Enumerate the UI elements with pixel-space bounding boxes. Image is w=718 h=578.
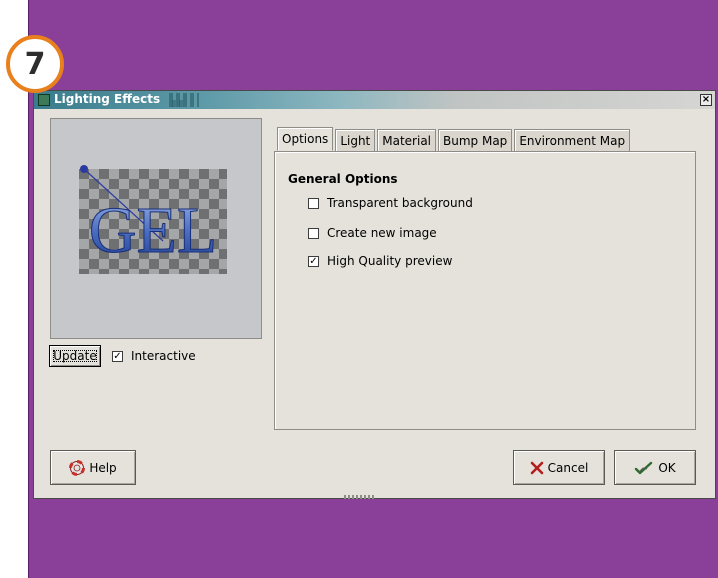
tab-environment-map-label: Environment Map bbox=[519, 133, 626, 148]
update-button-label: Update bbox=[50, 347, 99, 365]
tab-options[interactable]: Options bbox=[277, 127, 334, 151]
tab-bump-map[interactable]: Bump Map bbox=[438, 129, 513, 151]
transparent-background-option[interactable]: Transparent background bbox=[308, 196, 473, 210]
ok-button-label: OK bbox=[658, 460, 676, 475]
preview-image-text: GEL bbox=[89, 194, 217, 267]
create-new-image-option[interactable]: Create new image bbox=[308, 226, 437, 240]
preview-area[interactable]: GEL bbox=[50, 118, 262, 339]
preview-image: GEL bbox=[79, 165, 227, 274]
resize-grip[interactable] bbox=[344, 495, 374, 499]
high-quality-preview-option[interactable]: ✓ High Quality preview bbox=[308, 254, 452, 268]
tab-material-label: Material bbox=[382, 133, 432, 148]
lighting-effects-dialog: Lighting Effects × GEL Update ✓ Interact… bbox=[33, 90, 716, 499]
cancel-button[interactable]: Cancel bbox=[513, 450, 605, 485]
close-button[interactable]: × bbox=[700, 94, 712, 106]
cancel-button-label: Cancel bbox=[547, 460, 589, 475]
high-quality-preview-checkbox[interactable]: ✓ bbox=[308, 255, 319, 267]
tab-options-label: Options bbox=[282, 132, 329, 146]
create-new-image-checkbox[interactable] bbox=[308, 227, 319, 239]
tab-light[interactable]: Light bbox=[335, 129, 376, 151]
x-mark-icon bbox=[530, 461, 544, 475]
tab-light-label: Light bbox=[340, 133, 371, 148]
interactive-label: Interactive bbox=[131, 349, 196, 363]
checkmark-hand-icon bbox=[634, 460, 654, 476]
high-quality-preview-label: High Quality preview bbox=[327, 254, 453, 268]
window-title: Lighting Effects bbox=[54, 92, 161, 106]
create-new-image-label: Create new image bbox=[327, 226, 437, 240]
interactive-checkbox[interactable]: ✓ bbox=[112, 350, 123, 362]
window-icon bbox=[38, 94, 50, 106]
tab-bar: Options Light Material Bump Map Environm… bbox=[277, 127, 632, 151]
ok-button[interactable]: OK bbox=[614, 450, 696, 485]
help-button[interactable]: Help bbox=[50, 450, 136, 485]
help-button-label: Help bbox=[89, 460, 117, 475]
update-button[interactable]: Update bbox=[49, 345, 101, 367]
light-source-handle[interactable] bbox=[80, 165, 88, 173]
lifebuoy-icon bbox=[69, 459, 86, 476]
options-panel: General Options Transparent background C… bbox=[274, 151, 696, 430]
tab-bump-map-label: Bump Map bbox=[443, 133, 508, 148]
tab-environment-map[interactable]: Environment Map bbox=[514, 129, 631, 151]
transparent-background-checkbox[interactable] bbox=[308, 197, 319, 209]
title-bar[interactable]: Lighting Effects × bbox=[34, 91, 715, 109]
titlebar-decoration bbox=[169, 93, 199, 107]
interactive-option[interactable]: ✓ Interactive bbox=[112, 349, 196, 363]
step-number-badge: 7 bbox=[6, 35, 64, 93]
section-title: General Options bbox=[288, 172, 398, 186]
transparent-background-label: Transparent background bbox=[327, 196, 473, 210]
tab-material[interactable]: Material bbox=[377, 129, 437, 151]
